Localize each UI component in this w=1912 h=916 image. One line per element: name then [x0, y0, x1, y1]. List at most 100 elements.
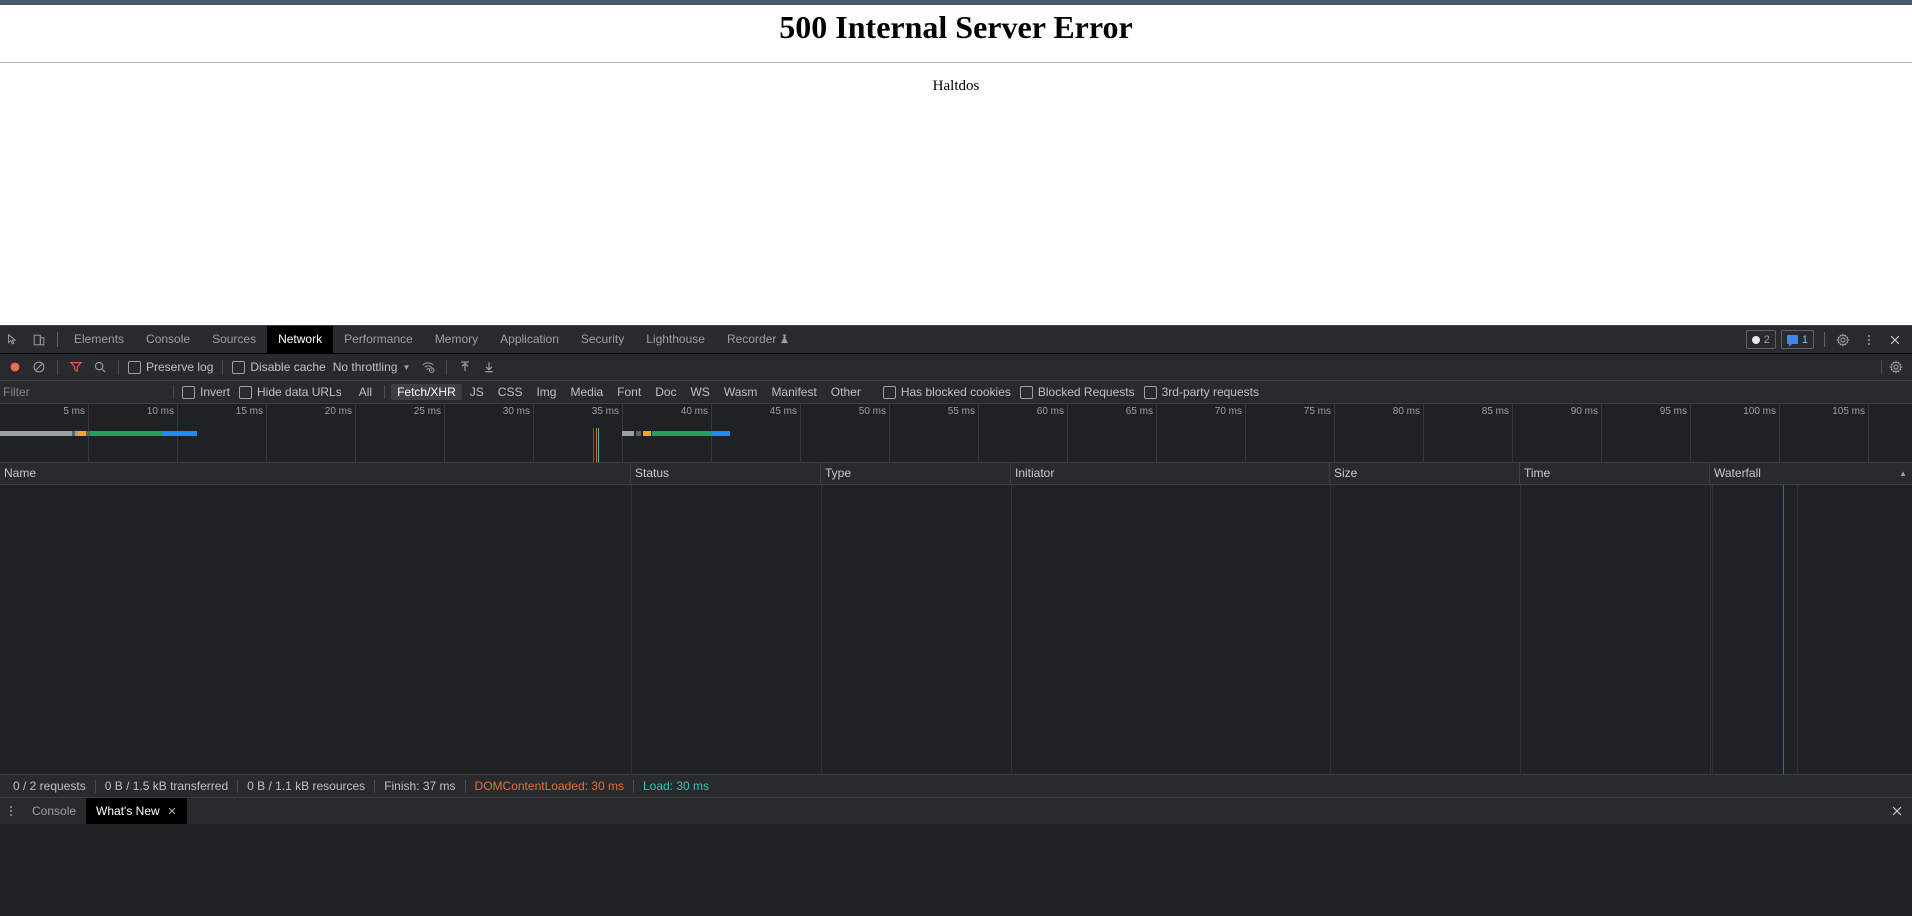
- timeline-tick-label: 95 ms: [1659, 406, 1687, 417]
- filter-type-js[interactable]: JS: [464, 384, 490, 400]
- column-header-type[interactable]: Type: [821, 463, 1011, 484]
- filter-type-css[interactable]: CSS: [492, 384, 529, 400]
- network-overview-timeline[interactable]: 5 ms 10 ms 15 ms 20 ms 25 ms 30 ms 35 ms 40 ms 4…: [0, 404, 1912, 463]
- overview-request-bar-segment: [162, 431, 197, 436]
- tab-security[interactable]: Security: [570, 326, 635, 353]
- preserve-log-checkbox[interactable]: Preserve log: [125, 360, 216, 374]
- tab-elements[interactable]: Elements: [63, 326, 135, 353]
- timeline-tick: 80 ms: [1335, 404, 1424, 462]
- column-header-waterfall-label: Waterfall: [1714, 466, 1761, 480]
- filter-funnel-icon[interactable]: [64, 355, 88, 379]
- blocked-requests-label: Blocked Requests: [1037, 385, 1135, 399]
- column-header-initiator[interactable]: Initiator: [1011, 463, 1330, 484]
- upload-arrow-icon[interactable]: [453, 355, 477, 379]
- disable-cache-label: Disable cache: [250, 360, 326, 374]
- download-arrow-icon[interactable]: [477, 355, 501, 379]
- tab-memory[interactable]: Memory: [424, 326, 489, 353]
- column-header-waterfall[interactable]: Waterfall ▲: [1710, 463, 1912, 484]
- settings-divider: [1881, 360, 1882, 374]
- tab-network[interactable]: Network: [267, 326, 334, 353]
- gear-icon[interactable]: [1886, 357, 1906, 377]
- close-icon[interactable]: [167, 806, 177, 816]
- filter-type-wasm[interactable]: Wasm: [718, 384, 764, 400]
- filter-type-media[interactable]: Media: [564, 384, 609, 400]
- timeline-tick-label: 25 ms: [413, 406, 441, 417]
- throttling-dropdown[interactable]: No throttling ▼: [333, 360, 411, 374]
- column-header-name[interactable]: Name: [0, 463, 631, 484]
- filter-type-all[interactable]: All: [353, 384, 378, 400]
- column-header-size[interactable]: Size: [1330, 463, 1520, 484]
- search-icon[interactable]: [88, 355, 112, 379]
- tab-application[interactable]: Application: [489, 326, 570, 353]
- hide-data-urls-checkbox[interactable]: Hide data URLs: [239, 385, 342, 399]
- timeline-tick-label: 85 ms: [1481, 406, 1509, 417]
- drawer-tab-console[interactable]: Console: [22, 798, 86, 824]
- kebab-menu-icon[interactable]: [0, 798, 22, 824]
- page-subtitle: Haltdos: [932, 78, 980, 94]
- filter-divider: [173, 385, 174, 399]
- filter-type-fetch-xhr[interactable]: Fetch/XHR: [391, 384, 462, 400]
- tab-performance[interactable]: Performance: [333, 326, 424, 353]
- blocked-requests-checkbox[interactable]: Blocked Requests: [1019, 385, 1135, 399]
- tab-label: Performance: [344, 332, 413, 346]
- timeline-tick: 55 ms: [890, 404, 979, 462]
- tab-lighthouse[interactable]: Lighthouse: [635, 326, 716, 353]
- table-column-separator: [821, 485, 822, 774]
- checkbox-box: [239, 385, 253, 399]
- invert-checkbox[interactable]: Invert: [182, 385, 230, 399]
- gear-icon[interactable]: [1830, 327, 1856, 353]
- filter-type-img[interactable]: Img: [530, 384, 562, 400]
- filter-bar: Invert Hide data URLs All Fetch/XHR JS C…: [0, 381, 1912, 404]
- filter-type-doc[interactable]: Doc: [649, 384, 682, 400]
- tab-sources[interactable]: Sources: [201, 326, 267, 353]
- tab-recorder[interactable]: Recorder: [716, 326, 800, 353]
- filter-type-other[interactable]: Other: [825, 384, 867, 400]
- filter-type-manifest[interactable]: Manifest: [765, 384, 822, 400]
- message-count-label: 1: [1801, 333, 1808, 346]
- has-blocked-cookies-checkbox[interactable]: Has blocked cookies: [882, 385, 1011, 399]
- waterfall-gridline: [1797, 485, 1798, 774]
- devtools-drawer: Console What's New: [0, 797, 1912, 824]
- column-header-status[interactable]: Status: [631, 463, 821, 484]
- message-count-badge[interactable]: 1: [1780, 330, 1814, 349]
- tab-label: Console: [146, 332, 191, 346]
- column-header-time[interactable]: Time: [1520, 463, 1710, 484]
- hide-data-urls-label: Hide data URLs: [257, 385, 342, 399]
- chevron-down-icon: ▼: [402, 362, 411, 372]
- filter-type-font[interactable]: Font: [611, 384, 647, 400]
- timeline-tick: 85 ms: [1424, 404, 1513, 462]
- dom-content-loaded-line: [593, 428, 594, 462]
- load-line: [596, 428, 597, 462]
- filter-type-ws[interactable]: WS: [685, 384, 716, 400]
- kebab-menu-icon[interactable]: [1856, 327, 1882, 353]
- browser-page-content: 500 Internal Server Error Haltdos: [0, 0, 1912, 325]
- timeline-tick: 105 ms: [1780, 404, 1869, 462]
- drawer-close-icon[interactable]: [1890, 798, 1904, 824]
- requests-table-body[interactable]: [0, 485, 1912, 774]
- third-party-requests-checkbox[interactable]: 3rd-party requests: [1143, 385, 1259, 399]
- waterfall-dom-content-loaded-line: [1783, 485, 1784, 774]
- devtools-tabs: Elements Console Sources Network Perform…: [63, 326, 800, 353]
- filter-type-divider: [384, 385, 386, 399]
- timeline-tick-label: 80 ms: [1392, 406, 1420, 417]
- timeline-tick: 100 ms: [1691, 404, 1780, 462]
- flask-icon: [780, 334, 789, 345]
- timeline-tick-label: 60 ms: [1036, 406, 1064, 417]
- timeline-tick-label: 65 ms: [1125, 406, 1153, 417]
- wifi-settings-icon[interactable]: [416, 355, 440, 379]
- close-icon[interactable]: [1882, 327, 1908, 353]
- drawer-tab-whats-new[interactable]: What's New: [86, 798, 187, 824]
- timeline-tick: 30 ms: [445, 404, 534, 462]
- inspect-element-icon[interactable]: [0, 327, 26, 353]
- record-icon[interactable]: [3, 355, 27, 379]
- device-toolbar-icon[interactable]: [26, 327, 52, 353]
- tab-console[interactable]: Console: [135, 326, 201, 353]
- error-count-badge[interactable]: 2: [1745, 330, 1776, 349]
- timeline-tick-label: 15 ms: [235, 406, 263, 417]
- filter-input[interactable]: [0, 381, 165, 403]
- timeline-tick-label: 5 ms: [63, 406, 85, 417]
- devtools-tab-bar: Elements Console Sources Network Perform…: [0, 326, 1912, 354]
- disable-cache-checkbox[interactable]: Disable cache: [229, 360, 328, 374]
- clear-icon[interactable]: [27, 355, 51, 379]
- timeline-tick: 25 ms: [356, 404, 445, 462]
